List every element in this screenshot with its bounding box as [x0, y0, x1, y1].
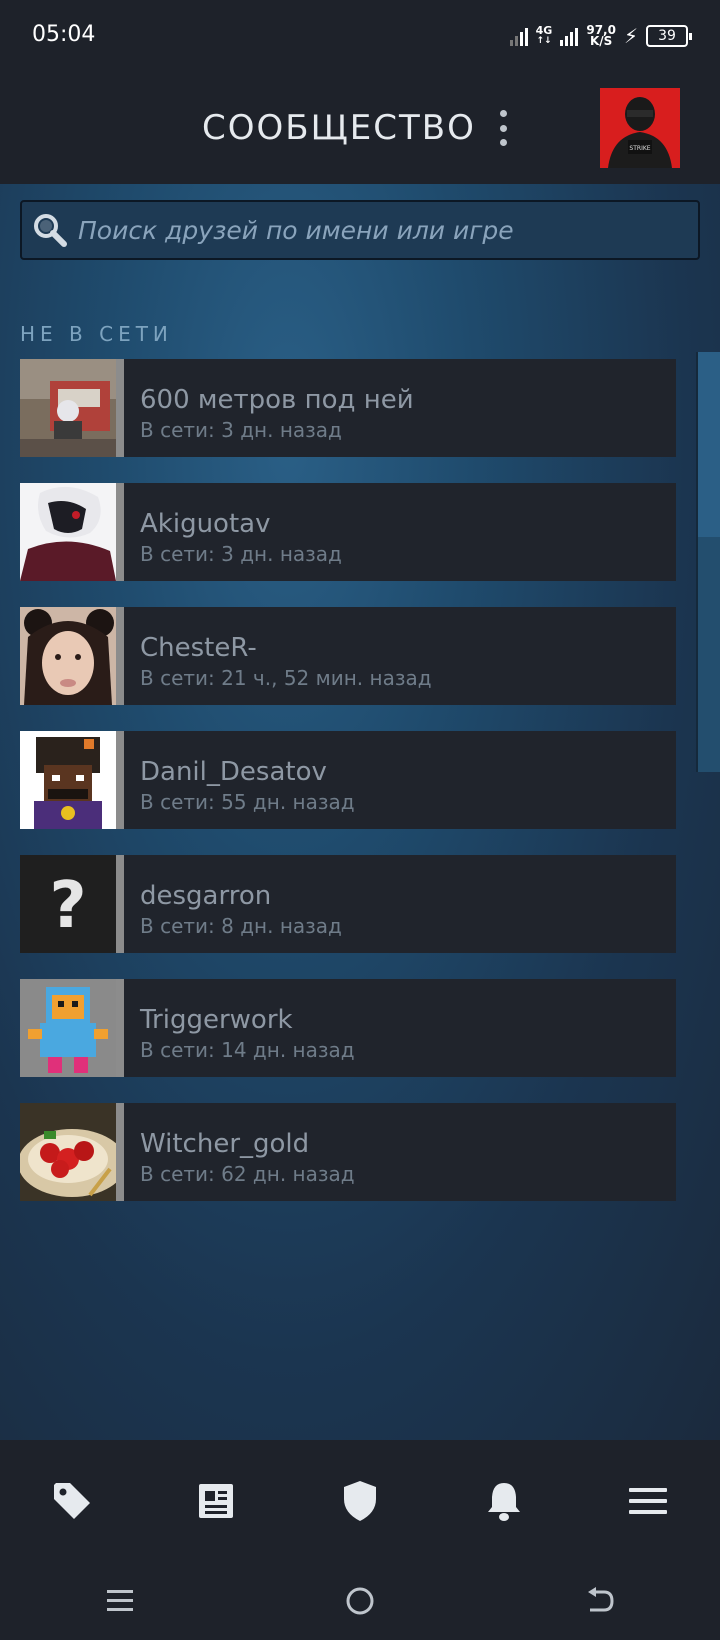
friend-name: ChesteR- [140, 633, 257, 663]
friend-name: Triggerwork [140, 1005, 293, 1035]
friend-row[interactable]: ChesteR- В сети: 21 ч., 52 мин. назад [20, 607, 676, 705]
friend-row[interactable]: Akiguotav В сети: 3 дн. назад [20, 483, 676, 581]
friend-search-box[interactable] [20, 200, 700, 260]
network-type: 4G ↑↓ [535, 24, 553, 46]
offline-section-label: НЕ В СЕТИ [20, 322, 173, 346]
friend-avatar [20, 731, 116, 829]
offline-indicator [116, 359, 124, 457]
offline-indicator [116, 979, 124, 1077]
friend-avatar [20, 979, 116, 1077]
status-time: 05:04 [32, 22, 96, 47]
wifi-signal-icon [509, 26, 528, 46]
friend-name: Witcher_gold [140, 1129, 310, 1159]
offline-indicator [116, 483, 124, 581]
side-panel-handle[interactable] [696, 352, 720, 772]
charging-icon: ⚡ [623, 24, 638, 48]
counter-strike-avatar-image: STRIKE [600, 88, 680, 168]
network-speed: 97,0 K/S [586, 24, 616, 48]
system-navigation-bar [0, 1562, 720, 1640]
friend-status: В сети: 62 дн. назад [140, 1162, 355, 1186]
back-icon[interactable] [570, 1571, 630, 1631]
bottom-navigation [0, 1440, 720, 1562]
friend-avatar [20, 607, 116, 705]
bell-icon[interactable] [468, 1465, 540, 1537]
search-input[interactable] [78, 215, 698, 245]
main-content: НЕ В СЕТИ 600 метров под ней В сети: 3 д… [0, 184, 720, 1440]
friend-status: В сети: 3 дн. назад [140, 418, 342, 442]
status-icons: 4G ↑↓ 97,0 K/S ⚡ 39 [509, 22, 692, 50]
friend-row[interactable]: Danil_Desatov В сети: 55 дн. назад [20, 731, 676, 829]
news-icon[interactable] [180, 1465, 252, 1537]
friend-name: desgarron [140, 881, 272, 911]
friend-avatar [20, 1103, 116, 1201]
offline-indicator [116, 855, 124, 953]
friend-status: В сети: 14 дн. назад [140, 1038, 355, 1062]
friend-status: В сети: 55 дн. назад [140, 790, 355, 814]
friend-avatar: ? [20, 855, 116, 953]
more-options-icon[interactable] [496, 110, 510, 146]
network-type-label: 4G [535, 24, 553, 37]
offline-indicator [116, 1103, 124, 1201]
friend-row[interactable]: 600 метров под ней В сети: 3 дн. назад [20, 359, 676, 457]
page-title: СООБЩЕСТВО [202, 108, 476, 148]
friend-status: В сети: 8 дн. назад [140, 914, 342, 938]
svg-text:STRIKE: STRIKE [629, 145, 650, 152]
friend-row[interactable]: Witcher_gold В сети: 62 дн. назад [20, 1103, 676, 1201]
offline-indicator [116, 607, 124, 705]
side-panel-handle-upper [698, 352, 720, 537]
friend-name: Danil_Desatov [140, 757, 327, 787]
menu-icon[interactable] [612, 1465, 684, 1537]
friend-name: 600 метров под ней [140, 385, 414, 415]
status-bar: 05:04 4G ↑↓ 97,0 K/S ⚡ 39 [0, 0, 720, 72]
friend-status: В сети: 21 ч., 52 мин. назад [140, 666, 432, 690]
app-header: СООБЩЕСТВО STRIKE [0, 72, 720, 184]
battery-level: 39 [658, 28, 676, 44]
offline-indicator [116, 731, 124, 829]
user-avatar[interactable]: STRIKE [600, 88, 680, 168]
friend-row[interactable]: Triggerwork В сети: 14 дн. назад [20, 979, 676, 1077]
recent-apps-icon[interactable] [90, 1571, 150, 1631]
store-tag-icon[interactable] [36, 1465, 108, 1537]
network-speed-unit: K/S [589, 34, 613, 48]
cell-signal-icon [560, 26, 579, 46]
friend-name: Akiguotav [140, 509, 271, 539]
friend-avatar [20, 483, 116, 581]
friend-status: В сети: 3 дн. назад [140, 542, 342, 566]
friend-avatar [20, 359, 116, 457]
friend-row[interactable]: ? desgarron В сети: 8 дн. назад [20, 855, 676, 953]
search-icon [22, 202, 78, 258]
shield-icon[interactable] [324, 1465, 396, 1537]
battery-icon: 39 [646, 25, 692, 47]
home-icon[interactable] [330, 1571, 390, 1631]
svg-text:?: ? [49, 869, 86, 943]
